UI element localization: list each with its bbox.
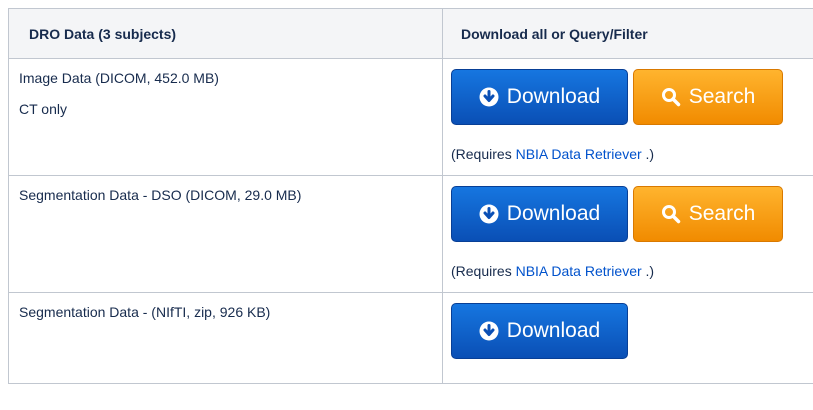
nbia-data-retriever-link[interactable]: NBIA Data Retriever (516, 146, 642, 162)
row-actions-cell: Download (442, 292, 813, 384)
segmentation-dso-label: Segmentation Data - DSO (DICOM, 29.0 MB) (19, 187, 302, 203)
nbia-data-retriever-link[interactable]: NBIA Data Retriever (516, 263, 642, 279)
download-circle-icon (479, 321, 499, 341)
search-label: Search (688, 202, 756, 225)
image-data-search-button[interactable]: Search (633, 69, 783, 125)
requires-note: (Requires NBIA Data Retriever .) (451, 263, 655, 279)
row-label-cell: Segmentation Data - DSO (DICOM, 29.0 MB) (8, 175, 443, 293)
segmentation-dso-search-button[interactable]: Search (633, 186, 783, 242)
table-header-row: DRO Data (3 subjects) Download all or Qu… (8, 8, 813, 59)
row-actions-cell: Download Search (Requires NBIA Data Retr… (442, 175, 813, 293)
header-download-query: Download all or Query/Filter (442, 8, 813, 59)
image-data-download-button[interactable]: Download (451, 69, 628, 125)
magnifier-icon (661, 205, 680, 224)
download-label: Download (506, 202, 601, 225)
requires-note: (Requires NBIA Data Retriever .) (451, 146, 655, 162)
data-table: DRO Data (3 subjects) Download all or Qu… (8, 8, 813, 384)
row-actions-cell: Download Search (Requires NBIA Data Retr… (442, 58, 813, 176)
download-circle-icon (479, 204, 499, 224)
data-table-container: DRO Data (3 subjects) Download all or Qu… (8, 8, 813, 410)
segmentation-nifti-download-button[interactable]: Download (451, 303, 628, 359)
table-row: Segmentation Data - DSO (DICOM, 29.0 MB)… (8, 175, 813, 293)
row-label-cell: Image Data (DICOM, 452.0 MB) CT only (8, 58, 443, 176)
table-row: Segmentation Data - (NIfTI, zip, 926 KB)… (8, 292, 813, 384)
magnifier-icon (661, 88, 680, 107)
search-label: Search (688, 85, 756, 108)
image-data-label: Image Data (DICOM, 452.0 MB) (19, 70, 219, 86)
header-dro-data: DRO Data (3 subjects) (8, 8, 443, 59)
download-label: Download (506, 319, 601, 342)
table-row: Image Data (DICOM, 452.0 MB) CT only Dow… (8, 58, 813, 176)
download-label: Download (506, 85, 601, 108)
ct-only-note: CT only (19, 101, 67, 117)
download-circle-icon (479, 87, 499, 107)
row-label-cell: Segmentation Data - (NIfTI, zip, 926 KB) (8, 292, 443, 384)
segmentation-dso-download-button[interactable]: Download (451, 186, 628, 242)
segmentation-nifti-label: Segmentation Data - (NIfTI, zip, 926 KB) (19, 304, 271, 320)
